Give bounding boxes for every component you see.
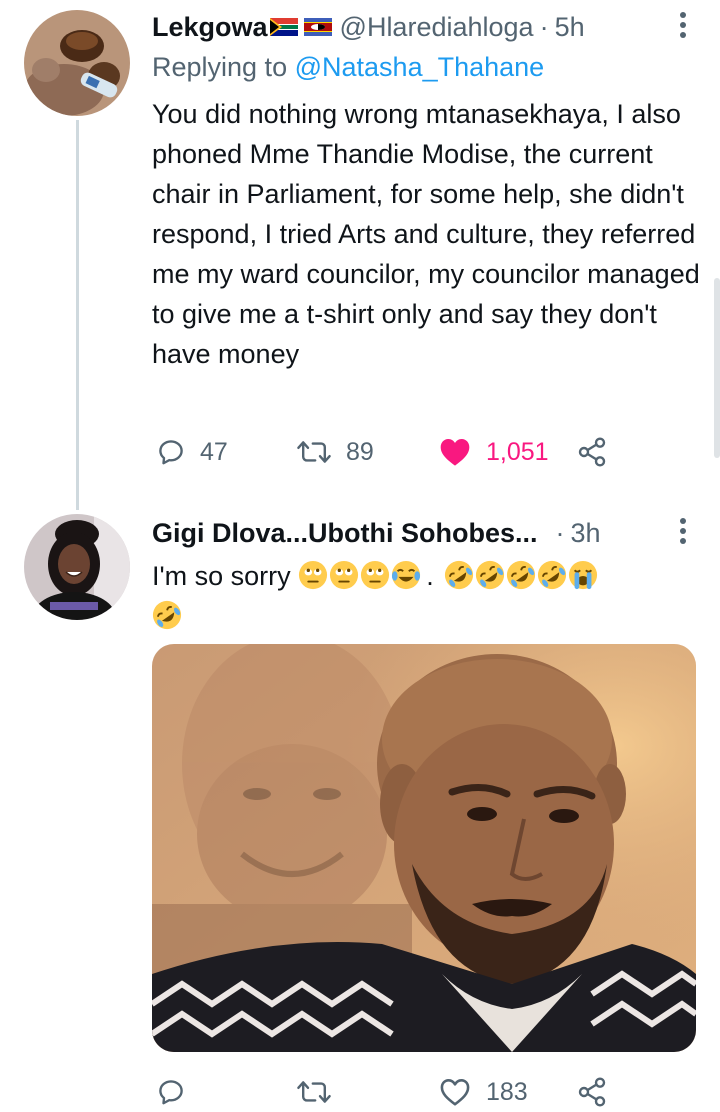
rolling-on-floor-laughing-emoji <box>475 560 506 591</box>
replying-to-label: Replying to <box>152 52 288 82</box>
reply-button[interactable]: 47 <box>156 432 228 472</box>
retweet-button[interactable] <box>296 1072 346 1112</box>
avatar[interactable] <box>24 514 130 620</box>
reply-button[interactable] <box>156 1072 200 1112</box>
timestamp[interactable]: 3h <box>571 518 601 549</box>
tweet-text: I'm so sorry . <box>152 556 707 636</box>
like-count: 1,051 <box>486 437 549 466</box>
tweet-2[interactable]: Gigi Dlova...Ubothi Sohobes... · 3h I'm … <box>0 500 720 1112</box>
rolling-on-floor-laughing-emoji <box>152 600 183 631</box>
like-button[interactable]: 183 <box>438 1072 528 1112</box>
timestamp[interactable]: 5h <box>555 12 585 43</box>
tweet-1[interactable]: Lekgowa @Hlarediahloga · 5h Replying to … <box>0 0 720 510</box>
reply-count: 47 <box>200 437 228 466</box>
more-options-icon[interactable] <box>678 12 688 38</box>
eswatini-flag-icon <box>303 18 332 36</box>
tweet-text-words: I'm so sorry <box>152 561 291 591</box>
heart-filled-icon <box>440 439 470 466</box>
thread-line <box>76 120 79 510</box>
replying-to: Replying to @Natasha_Thahane <box>152 52 544 83</box>
scrollbar-thumb[interactable] <box>714 278 720 458</box>
tweet-text: You did nothing wrong mtanasekhaya, I al… <box>152 99 700 369</box>
handle[interactable]: @Hlarediahloga <box>340 12 534 43</box>
like-button[interactable]: 1,051 <box>438 432 549 472</box>
loudly-crying-emoji <box>568 560 599 591</box>
mention-link[interactable]: @Natasha_Thahane <box>295 52 545 82</box>
rolling-on-floor-laughing-emoji <box>506 560 537 591</box>
rolling-on-floor-laughing-emoji <box>444 560 475 591</box>
tweet-header: Lekgowa @Hlarediahloga · 5h <box>152 10 720 44</box>
share-icon <box>578 1077 606 1107</box>
rolling-eyes-emoji <box>298 560 329 591</box>
rolling-on-floor-laughing-emoji <box>537 560 568 591</box>
separator-dot: · <box>555 517 565 548</box>
display-name[interactable]: Gigi Dlova...Ubothi Sohobes... <box>152 518 538 549</box>
separator-dot: · <box>539 11 549 42</box>
retweet-count: 89 <box>346 437 374 466</box>
like-count: 183 <box>486 1077 528 1106</box>
more-options-icon[interactable] <box>678 518 688 544</box>
heart-outline-icon <box>440 1078 470 1106</box>
share-button[interactable] <box>576 432 608 472</box>
retweet-icon <box>297 441 331 463</box>
retweet-button[interactable]: 89 <box>296 432 374 472</box>
rolling-eyes-emoji <box>329 560 360 591</box>
rolling-eyes-emoji <box>360 560 391 591</box>
avatar[interactable] <box>24 10 130 116</box>
reply-icon <box>159 440 183 465</box>
media-photo[interactable] <box>152 644 696 1052</box>
display-name[interactable]: Lekgowa <box>152 12 268 43</box>
tears-of-joy-emoji <box>391 560 422 591</box>
share-icon <box>578 437 606 467</box>
share-button[interactable] <box>576 1072 608 1112</box>
retweet-icon <box>297 1081 331 1103</box>
tweet-header: Gigi Dlova...Ubothi Sohobes... · 3h <box>152 516 720 550</box>
reply-icon <box>159 1080 183 1105</box>
south-africa-flag-icon <box>269 18 298 36</box>
tweet-text-period: . <box>426 561 434 591</box>
